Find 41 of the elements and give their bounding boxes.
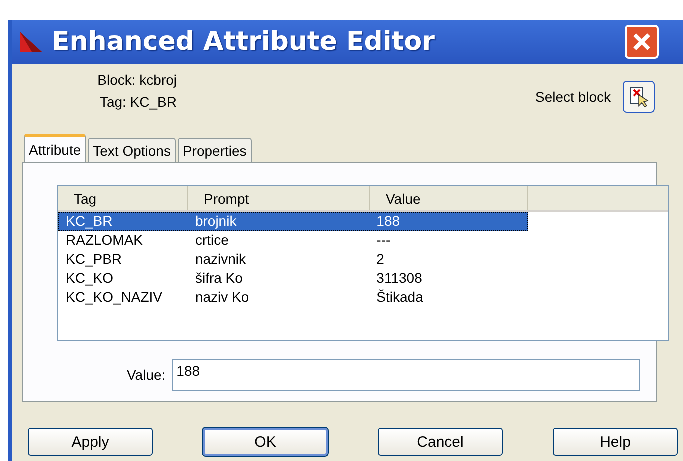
table-cell-text: KC_KO bbox=[65, 270, 114, 287]
table-cell-text: KC_KO_NAZIV bbox=[65, 289, 164, 306]
table-cell-text: brojnik bbox=[194, 213, 238, 230]
app-logo-icon bbox=[18, 30, 44, 54]
list-row[interactable]: RAZLOMAK crtice --- bbox=[58, 231, 528, 250]
value-field[interactable]: 188 bbox=[172, 359, 640, 391]
close-icon bbox=[632, 32, 652, 52]
list-row[interactable]: KC_PBR nazivnik 2 bbox=[58, 250, 528, 269]
column-header[interactable]: Tag bbox=[58, 186, 188, 210]
column-header[interactable]: Prompt bbox=[188, 186, 370, 210]
table-cell-text: šifra Ko bbox=[194, 270, 244, 287]
tab[interactable]: Text Options bbox=[88, 138, 176, 162]
list-row[interactable]: KC_KO šifra Ko 311308 bbox=[58, 269, 528, 288]
table-cell-text: 188 bbox=[376, 213, 402, 230]
value-label: Value: bbox=[127, 367, 166, 383]
list-row[interactable]: KC_KO_NAZIV naziv Ko Štikada bbox=[58, 288, 528, 307]
table-cell-text: 311308 bbox=[376, 270, 424, 287]
tab[interactable]: Attribute bbox=[24, 134, 86, 162]
window-title: Enhanced Attribute Editor bbox=[52, 27, 436, 57]
table-cell-text: naziv Ko bbox=[194, 289, 250, 306]
cursor-icon bbox=[628, 86, 650, 108]
dialog-button[interactable]: Help bbox=[553, 428, 678, 456]
table-cell-text: nazivnik bbox=[194, 251, 248, 268]
block-label: Block: kcbroj bbox=[98, 72, 177, 88]
dialog-button[interactable]: Cancel bbox=[378, 428, 503, 456]
table-cell-text: --- bbox=[376, 232, 392, 249]
table-cell-text: KC_BR bbox=[65, 213, 114, 230]
close-button[interactable] bbox=[625, 25, 659, 59]
tag-label: Tag: KC_BR bbox=[100, 94, 177, 110]
table-cell-text: KC_PBR bbox=[65, 251, 124, 268]
table-cell-text: RAZLOMAK bbox=[65, 232, 144, 249]
table-cell-text: 2 bbox=[376, 251, 386, 268]
table-cell-text: Štikada bbox=[376, 289, 424, 306]
tab[interactable]: Properties bbox=[178, 138, 252, 162]
select-block-label: Select block bbox=[536, 89, 611, 105]
list-row[interactable]: KC_BR brojnik 188 bbox=[58, 212, 528, 231]
table-cell-text: crtice bbox=[194, 232, 230, 249]
dialog-button[interactable]: OK bbox=[203, 428, 328, 456]
dialog-button[interactable]: Apply bbox=[28, 428, 153, 456]
select-block-button[interactable] bbox=[623, 81, 655, 113]
column-header[interactable]: Value bbox=[370, 186, 528, 210]
